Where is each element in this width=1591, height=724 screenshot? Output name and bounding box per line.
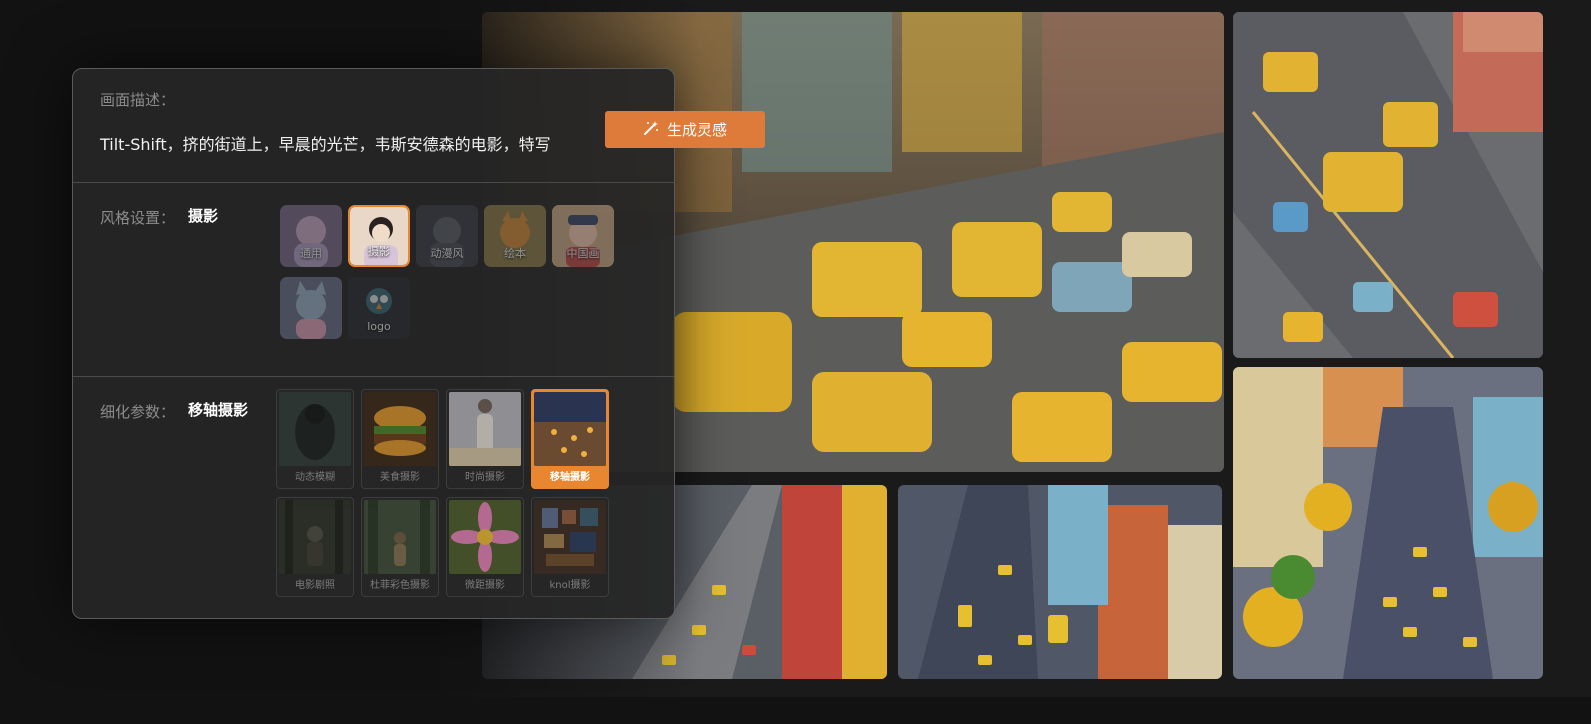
magic-wand-icon	[643, 120, 659, 140]
prompt-label: 画面描述：	[100, 91, 176, 109]
refine-thumbnail	[364, 500, 436, 574]
refine-thumbnail	[364, 392, 436, 466]
style-option-label: 绘本	[504, 247, 526, 260]
refine-option-label: 电影剧照	[295, 580, 335, 591]
refine-option-label: 时尚摄影	[465, 472, 505, 483]
gallery-image-bottom-middle[interactable]	[898, 485, 1222, 679]
refine-option-label: knol摄影	[549, 580, 591, 591]
generate-inspiration-button[interactable]: 生成灵感	[605, 111, 765, 148]
refine-option-label: 微距摄影	[465, 580, 505, 591]
refine-thumbnail	[534, 500, 606, 574]
style-option-general[interactable]: 通用	[280, 205, 342, 267]
style-option-label: 通用	[300, 247, 322, 260]
refine-thumbnail	[279, 392, 351, 466]
refine-thumbnail	[534, 392, 606, 466]
refine-selected-value: 移轴摄影	[188, 401, 249, 419]
refine-thumbnail	[449, 392, 521, 466]
gallery-image-top-right[interactable]	[1233, 12, 1543, 358]
style-selected-value: 摄影	[188, 207, 219, 225]
style-option-label: 动漫风	[430, 247, 464, 260]
refine-option-knol-photo[interactable]: knol摄影	[531, 497, 609, 597]
style-option-label: 摄影	[368, 245, 390, 258]
refine-option-label: 杜菲彩色摄影	[370, 580, 430, 591]
refine-option-label: 动态模糊	[295, 472, 335, 483]
refine-option-motion-blur[interactable]: 动态模糊	[276, 389, 354, 489]
refine-thumbnail	[449, 500, 521, 574]
refine-option-label: 移轴摄影	[550, 472, 590, 483]
style-option-logo[interactable]: logo	[348, 277, 410, 339]
refine-label: 细化参数：	[100, 403, 176, 421]
style-option-picturebook[interactable]: 绘本	[484, 205, 546, 267]
prompt-section	[73, 69, 674, 183]
style-option-photo[interactable]: 摄影	[348, 205, 410, 267]
refine-option-food-photo[interactable]: 美食摄影	[361, 389, 439, 489]
refine-option-dufy-color[interactable]: 杜菲彩色摄影	[361, 497, 439, 597]
refine-thumbnail	[279, 500, 351, 574]
style-label: 风格设置：	[100, 209, 176, 227]
style-option-cute[interactable]	[280, 277, 342, 339]
generate-button-label: 生成灵感	[666, 121, 727, 139]
style-option-anime[interactable]: 动漫风	[416, 205, 478, 267]
refine-option-movie-still[interactable]: 电影剧照	[276, 497, 354, 597]
refine-option-fashion-photo[interactable]: 时尚摄影	[446, 389, 524, 489]
style-option-label: 中国画	[566, 247, 600, 260]
refine-option-macro-photo[interactable]: 微距摄影	[446, 497, 524, 597]
style-option-chinese-painting[interactable]: 中国画	[552, 205, 614, 267]
refine-option-tilt-shift[interactable]: 移轴摄影	[531, 389, 609, 489]
gallery-image-bottom-right[interactable]	[1233, 367, 1543, 679]
prompt-panel: 画面描述： Tilt-Shift，挤的街道上，早晨的光芒，韦斯安德森的电影，特写…	[72, 68, 675, 619]
style-option-label: logo	[367, 320, 391, 333]
prompt-input[interactable]: Tilt-Shift，挤的街道上，早晨的光芒，韦斯安德森的电影，特写	[100, 131, 551, 155]
refine-option-label: 美食摄影	[380, 472, 420, 483]
